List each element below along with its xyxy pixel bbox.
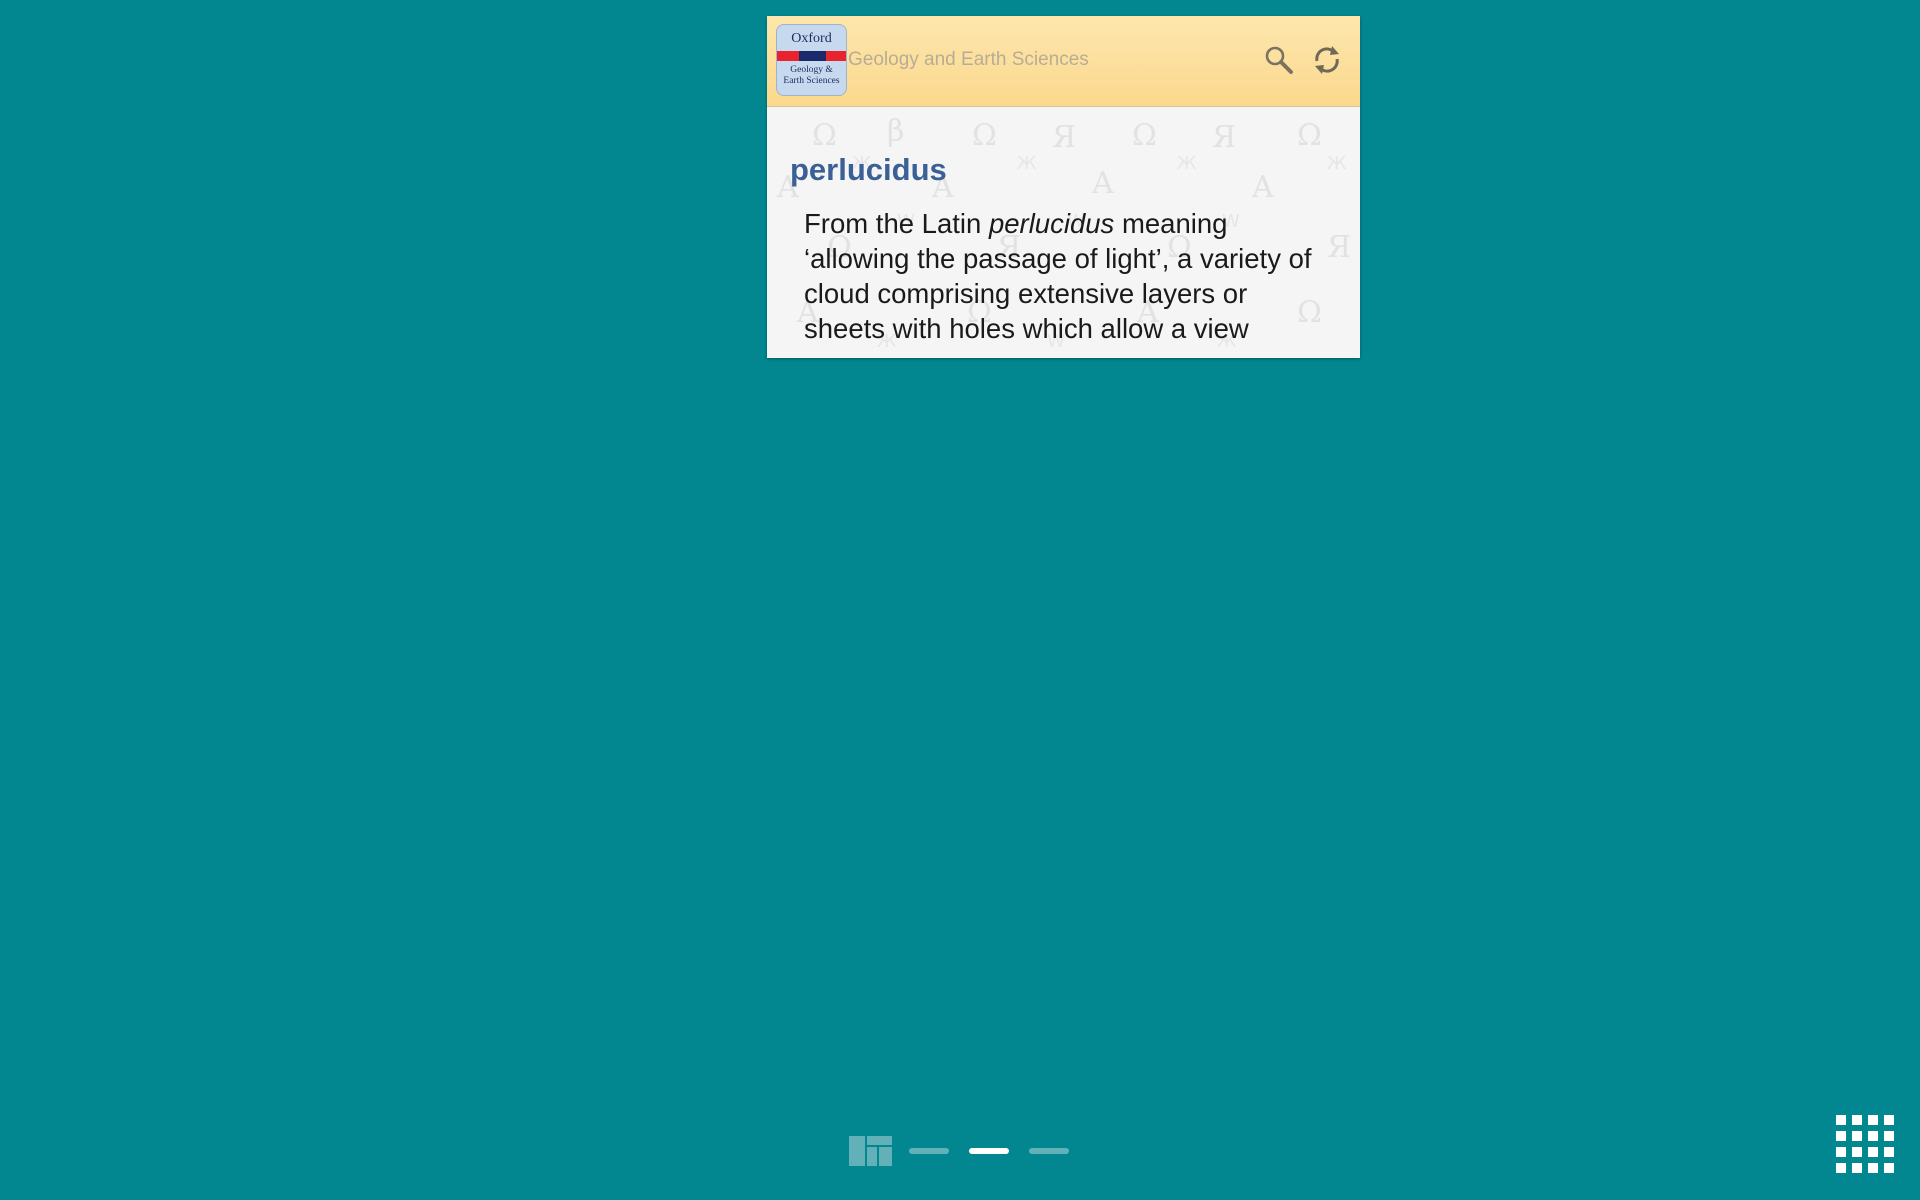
widgets-icon[interactable] bbox=[849, 1136, 892, 1166]
apps-grid-icon[interactable] bbox=[1836, 1115, 1894, 1173]
entry-headword[interactable]: perlucidus bbox=[790, 152, 947, 188]
page-indicator-bar bbox=[849, 1136, 1074, 1166]
entry-definition: From the Latin perlucidus meaning ‘allow… bbox=[804, 208, 1312, 344]
refresh-icon bbox=[1315, 46, 1339, 74]
widget-header: Oxford Geology & Earth Sciences Geology … bbox=[767, 16, 1360, 107]
page-indicator-1[interactable] bbox=[909, 1148, 949, 1154]
widget-title: Geology and Earth Sciences bbox=[848, 49, 1089, 70]
widget-body[interactable]: Ω β Ω Я Ω Я Ω A A A A Ω Я Ω Я A Ω A Ω Ж … bbox=[767, 107, 1360, 358]
logo-subtitle: Geology & Earth Sciences bbox=[783, 65, 840, 86]
search-button[interactable] bbox=[1262, 43, 1296, 77]
svg-text:Ω: Ω bbox=[812, 118, 837, 153]
svg-text:Ж: Ж bbox=[1327, 153, 1347, 174]
page-indicator-2[interactable] bbox=[969, 1148, 1009, 1154]
svg-text:A: A bbox=[1091, 166, 1114, 201]
svg-text:Ж: Ж bbox=[1017, 153, 1037, 174]
svg-text:Ж: Ж bbox=[1177, 153, 1197, 174]
logo-stripe bbox=[777, 51, 846, 61]
oxford-app-logo[interactable]: Oxford Geology & Earth Sciences bbox=[776, 24, 847, 96]
search-icon bbox=[1265, 46, 1293, 74]
dictionary-widget[interactable]: Oxford Geology & Earth Sciences Geology … bbox=[767, 16, 1360, 358]
svg-text:Ω: Ω bbox=[972, 118, 997, 153]
svg-text:Я: Я bbox=[1052, 120, 1076, 155]
svg-text:Ω: Ω bbox=[1297, 118, 1322, 153]
logo-oxford-text: Oxford bbox=[791, 31, 832, 46]
svg-text:Ω: Ω bbox=[1132, 118, 1157, 153]
svg-text:β: β bbox=[887, 114, 904, 149]
page-indicator-3[interactable] bbox=[1029, 1148, 1069, 1154]
refresh-button[interactable] bbox=[1310, 43, 1344, 77]
svg-text:A: A bbox=[1251, 170, 1274, 205]
svg-text:Я: Я bbox=[1327, 230, 1351, 265]
svg-text:Я: Я bbox=[1212, 120, 1236, 155]
latin-term: perlucidus bbox=[988, 208, 1115, 239]
